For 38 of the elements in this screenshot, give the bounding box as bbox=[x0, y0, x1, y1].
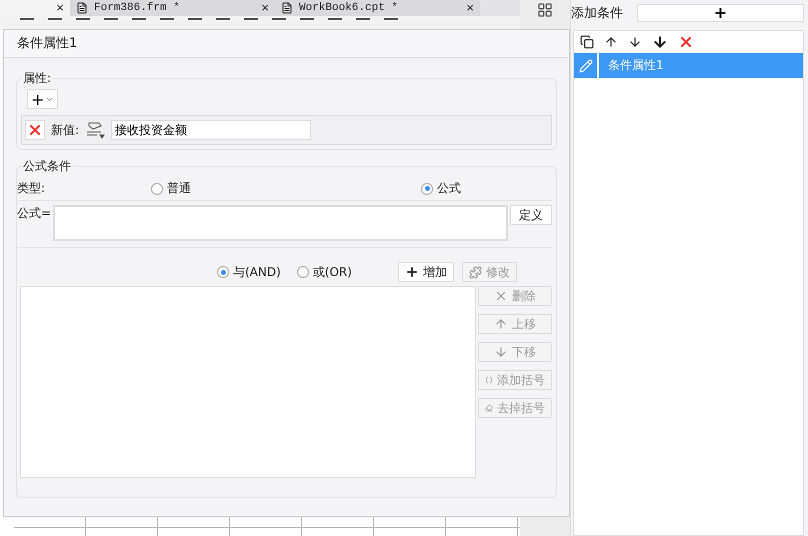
delete-icon bbox=[27, 122, 43, 138]
close-icon[interactable]: × bbox=[466, 0, 474, 16]
eraser-icon bbox=[485, 402, 493, 414]
add-condition-label: 添加条件 bbox=[570, 5, 623, 22]
grid-icon[interactable] bbox=[537, 2, 553, 18]
type-radio[interactable]: 普通 bbox=[151, 180, 192, 197]
formula-label: 公式= bbox=[17, 205, 52, 222]
document-icon bbox=[281, 2, 293, 14]
close-icon[interactable]: × bbox=[261, 0, 269, 16]
formula-input[interactable] bbox=[53, 205, 508, 241]
group-legend: 属性: bbox=[21, 71, 54, 87]
add-property-button[interactable]: + bbox=[27, 89, 58, 109]
document-icon bbox=[76, 2, 88, 14]
type-radio[interactable]: 公式 bbox=[421, 180, 462, 197]
parentheses-icon bbox=[485, 374, 493, 386]
document-tab[interactable]: WorkBook6.cpt * × bbox=[275, 0, 480, 16]
pencil-icon bbox=[578, 58, 592, 72]
delete-icon[interactable] bbox=[678, 34, 694, 50]
puzzle-icon bbox=[468, 266, 482, 278]
delete-button[interactable] bbox=[25, 120, 45, 140]
logic-radio[interactable]: 或(OR) bbox=[296, 264, 352, 280]
document-tab[interactable]: Form386.frm * × bbox=[70, 0, 275, 16]
group-legend: 公式条件 bbox=[21, 159, 73, 175]
close-icon[interactable]: × bbox=[56, 0, 64, 16]
arrow-down-icon bbox=[494, 345, 508, 359]
define-button[interactable]: 定义 bbox=[510, 205, 552, 225]
text-type-icon[interactable] bbox=[85, 121, 106, 139]
add-button[interactable]: + bbox=[637, 4, 804, 22]
close-icon bbox=[494, 289, 508, 303]
field-label: 新值: bbox=[51, 122, 80, 138]
add-button[interactable]: 增加 bbox=[398, 262, 454, 282]
type-label: 类型: bbox=[17, 180, 46, 197]
plus-icon bbox=[404, 265, 419, 279]
logic-radio[interactable]: 与(AND) bbox=[217, 264, 281, 280]
move-to-bottom-icon[interactable] bbox=[652, 34, 668, 50]
copy-icon[interactable] bbox=[580, 35, 594, 49]
document-tab[interactable]: × bbox=[0, 0, 70, 16]
value-input[interactable]: 接收投资金额 bbox=[111, 120, 312, 140]
